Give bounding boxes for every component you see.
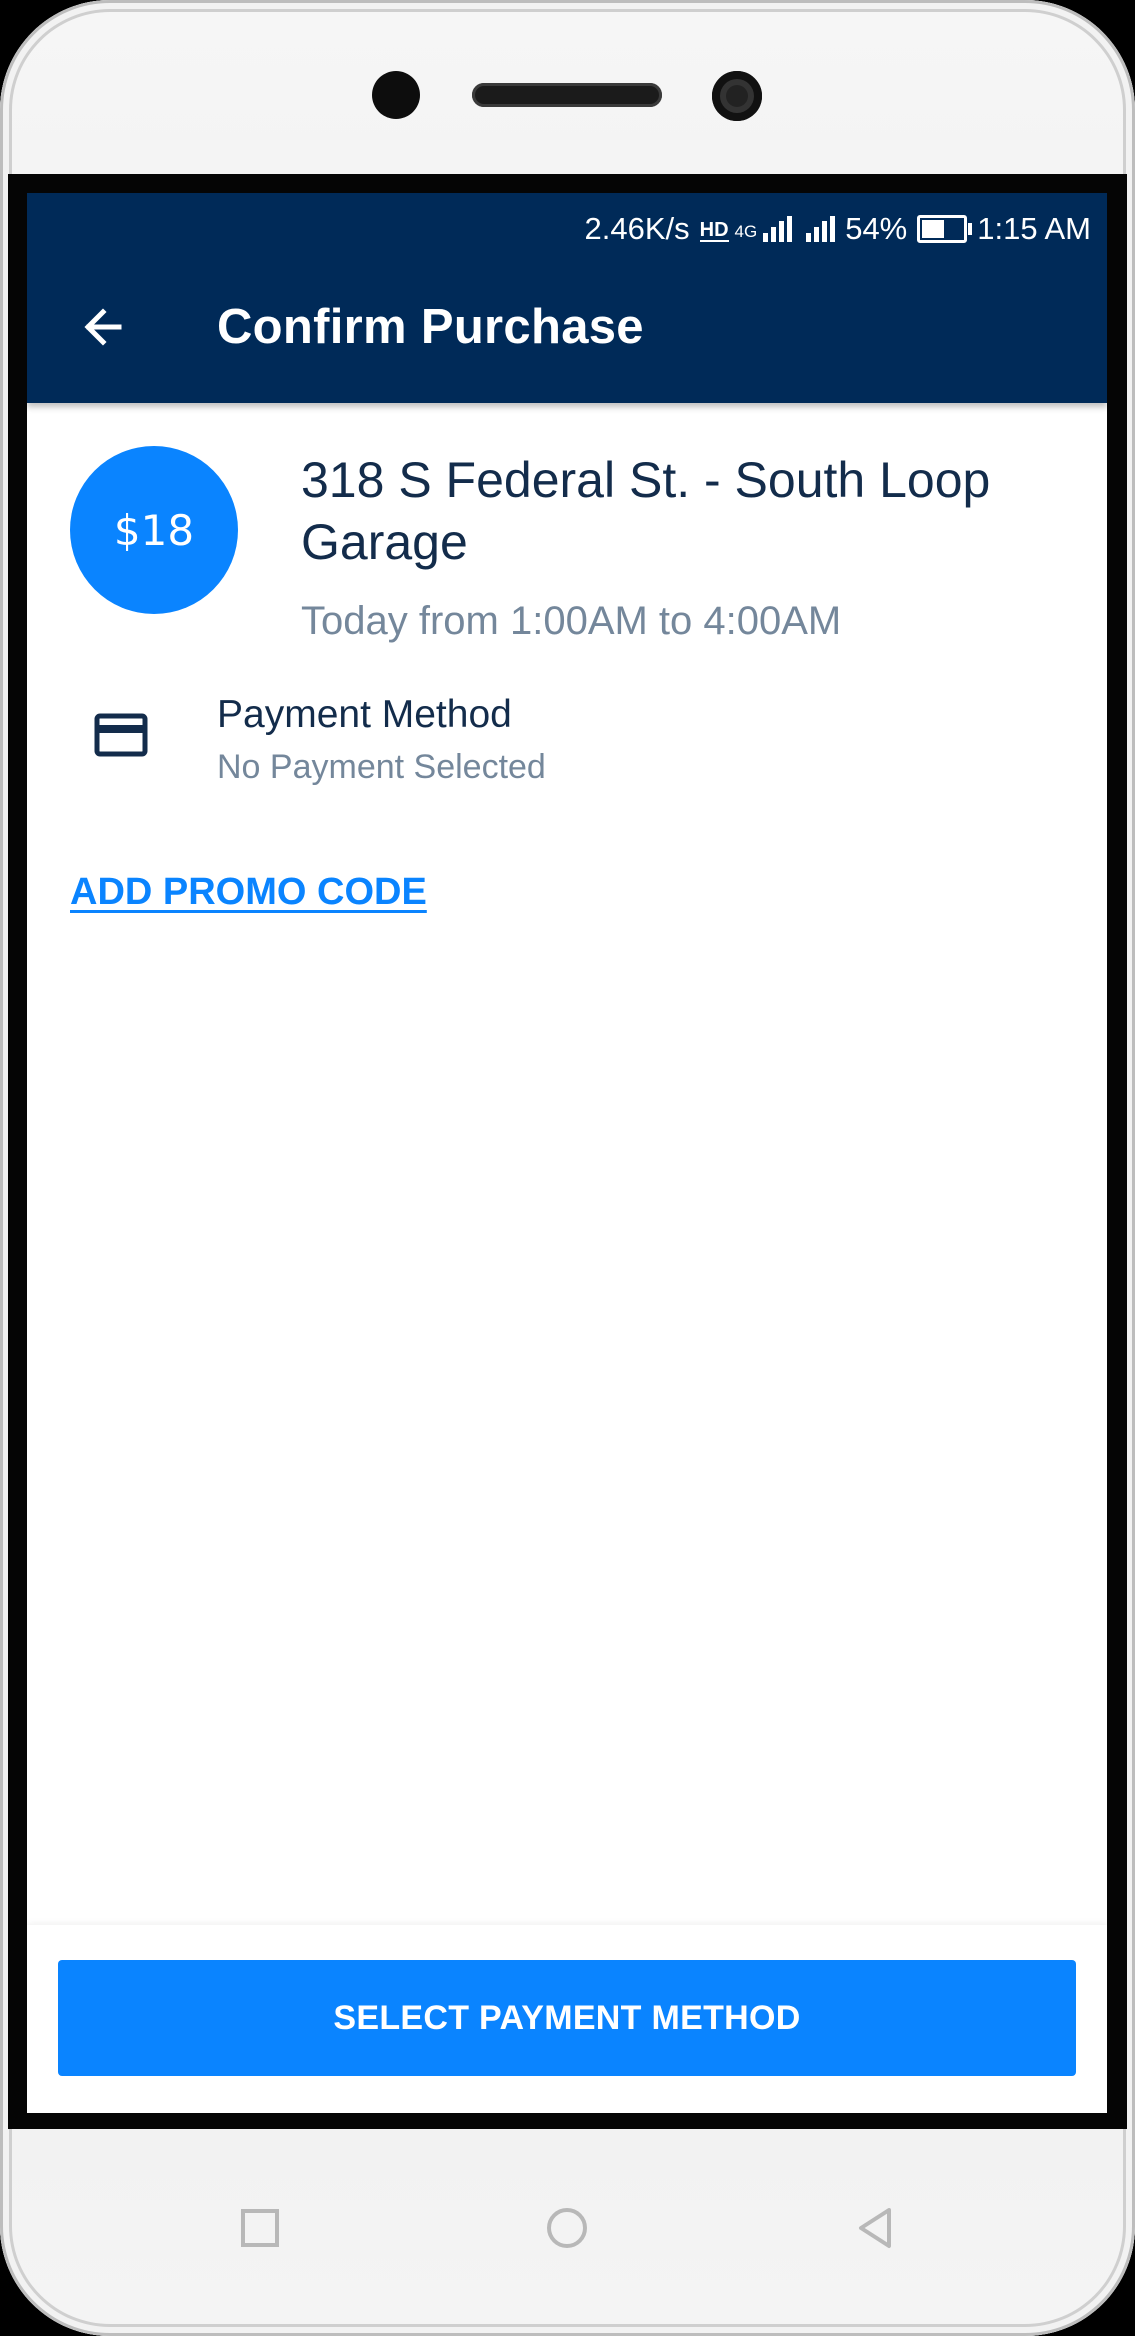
- page-title: Confirm Purchase: [217, 300, 644, 354]
- earpiece-speaker: [472, 83, 662, 107]
- booking-time: Today from 1:00AM to 4:00AM: [301, 599, 842, 643]
- network-type-label: 4G: [734, 222, 758, 241]
- arrow-left-icon[interactable]: [75, 297, 135, 357]
- home-icon[interactable]: [537, 2198, 597, 2258]
- status-time: 1:15 AM: [977, 211, 1091, 246]
- payment-method-value: No Payment Selected: [217, 748, 546, 786]
- front-camera: [712, 71, 762, 121]
- back-icon[interactable]: [845, 2198, 905, 2258]
- battery-fill: [922, 220, 944, 238]
- battery-icon: [917, 215, 973, 243]
- hd-voice-icon: HD: [699, 219, 729, 242]
- app-screen: 2.46K/s HD 4G 54% 1:15 AM Confirm Purcha…: [27, 193, 1107, 2113]
- proximity-sensor: [372, 71, 420, 119]
- app-bar: 2.46K/s HD 4G 54% 1:15 AM Confirm Purcha…: [27, 193, 1107, 403]
- network-speed: 2.46K/s: [584, 211, 690, 246]
- location-name: 318 S Federal St. - South Loop Garage: [301, 452, 991, 570]
- signal-strength-icon: [763, 216, 793, 242]
- price-badge: $18: [70, 446, 238, 614]
- credit-card-icon: [94, 713, 148, 757]
- battery-percent: 54%: [845, 211, 908, 246]
- status-bar: 2.46K/s HD 4G 54% 1:15 AM: [585, 209, 1092, 249]
- select-payment-method-button[interactable]: SELECT PAYMENT METHOD: [58, 1960, 1076, 2076]
- payment-method-label: Payment Method: [217, 693, 512, 736]
- signal-strength-icon-2: [806, 216, 836, 242]
- signal-icons: HD 4G: [699, 216, 836, 242]
- phone-frame: 2.46K/s HD 4G 54% 1:15 AM Confirm Purcha…: [0, 0, 1135, 2336]
- add-promo-code-link[interactable]: ADD PROMO CODE: [70, 871, 427, 914]
- recent-apps-icon[interactable]: [230, 2198, 290, 2258]
